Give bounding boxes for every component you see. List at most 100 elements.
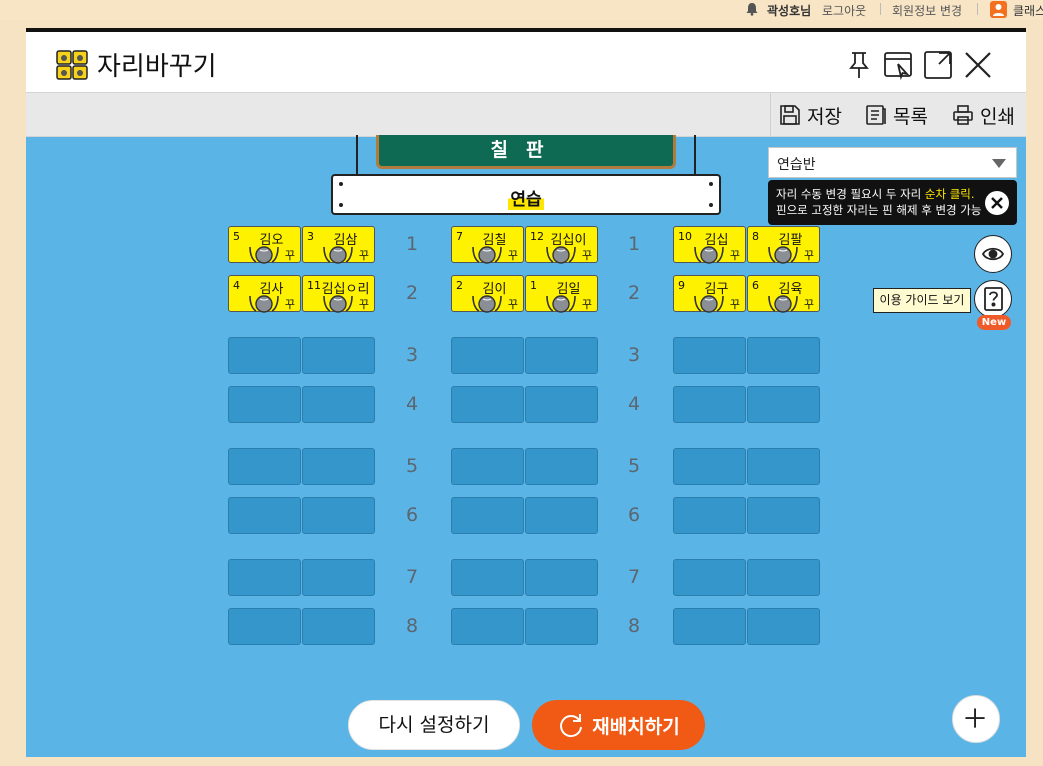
row-number: 8 bbox=[627, 615, 641, 637]
seat-empty[interactable] bbox=[747, 497, 820, 534]
tooltip-line-1: 자리 수동 변경 필요시 두 자리 순차 클릭. bbox=[776, 186, 1009, 202]
seat-tag: 꾸 bbox=[507, 249, 518, 262]
seat-empty[interactable] bbox=[228, 559, 301, 596]
seat-number: 4 bbox=[233, 279, 240, 292]
seat-empty[interactable] bbox=[451, 386, 524, 423]
view-toggle-button[interactable] bbox=[974, 235, 1012, 273]
seat-occupied[interactable]: 2 김이 꾸 bbox=[451, 275, 524, 313]
student-icon bbox=[323, 246, 353, 264]
seat-empty[interactable] bbox=[673, 448, 746, 485]
seat-occupied[interactable]: 5 김오 꾸 bbox=[228, 226, 301, 264]
expand-icon[interactable] bbox=[923, 50, 953, 80]
row-number: 2 bbox=[405, 282, 419, 304]
student-icon bbox=[472, 295, 502, 313]
seat-empty[interactable] bbox=[747, 337, 820, 374]
student-icon bbox=[249, 246, 279, 264]
row-number: 7 bbox=[627, 566, 641, 588]
seat-empty[interactable] bbox=[228, 448, 301, 485]
present-mode-icon[interactable] bbox=[883, 50, 913, 80]
seat-occupied[interactable]: 8 김팔 꾸 bbox=[747, 226, 820, 264]
seat-occupied[interactable]: 10 김십 꾸 bbox=[673, 226, 746, 264]
eye-icon bbox=[981, 247, 1005, 261]
teacher-desk-label: 연습 bbox=[508, 185, 544, 210]
row-number: 2 bbox=[627, 282, 641, 304]
seat-occupied[interactable]: 12 김십이 꾸 bbox=[525, 226, 598, 264]
seat-empty[interactable] bbox=[302, 559, 375, 596]
seat-empty[interactable] bbox=[525, 497, 598, 534]
seat-empty[interactable] bbox=[451, 337, 524, 374]
seat-empty[interactable] bbox=[302, 386, 375, 423]
seat-empty[interactable] bbox=[673, 497, 746, 534]
seat-empty[interactable] bbox=[525, 608, 598, 645]
row-number: 1 bbox=[405, 233, 419, 255]
seat-tag: 꾸 bbox=[284, 249, 295, 262]
seat-empty[interactable] bbox=[673, 559, 746, 596]
seat-empty[interactable] bbox=[525, 559, 598, 596]
seats-logo-icon bbox=[56, 50, 88, 80]
seat-empty[interactable] bbox=[525, 448, 598, 485]
guide-button[interactable] bbox=[974, 280, 1012, 318]
seat-empty[interactable] bbox=[525, 337, 598, 374]
site-top-bar: 곽성호님 로그아웃 회원정보 변경 클래스 bbox=[0, 0, 1043, 20]
seat-empty[interactable] bbox=[302, 448, 375, 485]
seat-tag: 꾸 bbox=[803, 249, 814, 262]
person-icon bbox=[990, 1, 1007, 18]
seat-empty[interactable] bbox=[302, 337, 375, 374]
pin-icon[interactable] bbox=[844, 50, 874, 80]
seat-empty[interactable] bbox=[747, 448, 820, 485]
list-button[interactable]: 목록 bbox=[857, 93, 936, 137]
reset-button[interactable]: 다시 설정하기 bbox=[348, 700, 520, 750]
student-icon bbox=[323, 295, 353, 313]
seat-empty[interactable] bbox=[451, 448, 524, 485]
seat-empty[interactable] bbox=[228, 608, 301, 645]
seat-empty[interactable] bbox=[302, 608, 375, 645]
shuffle-label: 재배치하기 bbox=[592, 715, 680, 738]
close-icon[interactable] bbox=[963, 50, 993, 80]
add-button[interactable] bbox=[952, 695, 1000, 743]
logout-link[interactable]: 로그아웃 bbox=[822, 2, 866, 19]
desk-dot bbox=[709, 182, 713, 186]
seat-empty[interactable] bbox=[747, 608, 820, 645]
seat-empty[interactable] bbox=[673, 608, 746, 645]
seat-number: 11 bbox=[307, 279, 321, 292]
print-button[interactable]: 인쇄 bbox=[944, 93, 1023, 137]
class-link[interactable]: 클래스 bbox=[990, 0, 1043, 20]
seat-tag: 꾸 bbox=[284, 298, 295, 311]
class-select[interactable]: 연습반 bbox=[768, 147, 1017, 178]
seat-empty[interactable] bbox=[747, 559, 820, 596]
seat-empty[interactable] bbox=[228, 497, 301, 534]
shuffle-button[interactable]: 재배치하기 bbox=[532, 700, 705, 750]
save-button[interactable]: 저장 bbox=[770, 93, 850, 137]
chevron-down-icon bbox=[992, 159, 1006, 168]
toolbar: 저장 목록 인쇄 bbox=[26, 92, 1026, 137]
divider bbox=[880, 3, 881, 15]
bell-icon[interactable] bbox=[745, 2, 759, 16]
print-label: 인쇄 bbox=[980, 105, 1015, 128]
seat-number: 1 bbox=[530, 279, 537, 292]
seat-empty[interactable] bbox=[747, 386, 820, 423]
seat-empty[interactable] bbox=[302, 497, 375, 534]
seat-occupied[interactable]: 6 김육 꾸 bbox=[747, 275, 820, 313]
seat-empty[interactable] bbox=[228, 337, 301, 374]
class-select-value: 연습반 bbox=[777, 157, 816, 173]
seat-occupied[interactable]: 11 김십ㅇ리 꾸 bbox=[302, 275, 375, 313]
seat-empty[interactable] bbox=[451, 497, 524, 534]
seat-empty[interactable] bbox=[451, 559, 524, 596]
seat-number: 6 bbox=[752, 279, 759, 292]
seat-occupied[interactable]: 3 김삼 꾸 bbox=[302, 226, 375, 264]
tooltip-close-icon[interactable] bbox=[985, 191, 1009, 215]
seat-occupied[interactable]: 1 김일 꾸 bbox=[525, 275, 598, 313]
seat-occupied[interactable]: 4 김사 꾸 bbox=[228, 275, 301, 313]
seat-empty[interactable] bbox=[673, 337, 746, 374]
seat-empty[interactable] bbox=[525, 386, 598, 423]
guide-tooltip: 이용 가이드 보기 bbox=[873, 288, 971, 313]
profile-edit-link[interactable]: 회원정보 변경 bbox=[892, 2, 962, 19]
seat-occupied[interactable]: 9 김구 꾸 bbox=[673, 275, 746, 313]
row-number: 5 bbox=[405, 455, 419, 477]
seat-occupied[interactable]: 7 김칠 꾸 bbox=[451, 226, 524, 264]
seat-empty[interactable] bbox=[673, 386, 746, 423]
seat-number: 10 bbox=[678, 230, 692, 243]
row-number: 6 bbox=[405, 504, 419, 526]
seat-empty[interactable] bbox=[451, 608, 524, 645]
seat-empty[interactable] bbox=[228, 386, 301, 423]
